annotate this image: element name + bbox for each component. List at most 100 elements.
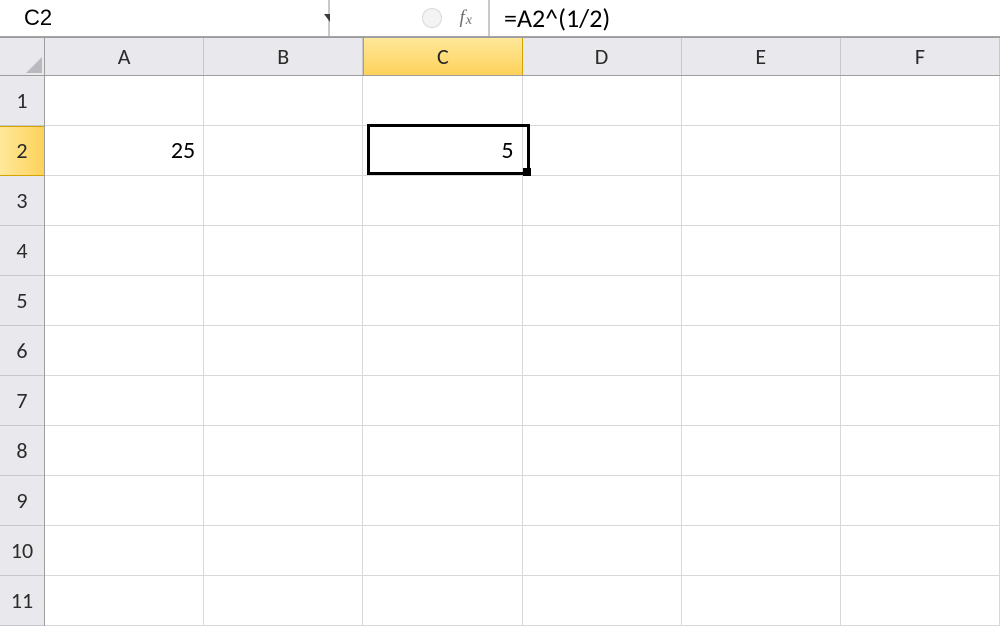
col-header-C[interactable]: C [363, 38, 522, 75]
cell-E4[interactable] [682, 226, 841, 275]
row-header-11[interactable]: 11 [0, 576, 44, 626]
row [45, 576, 1000, 626]
row-headers: 1234567891011 [0, 76, 45, 626]
cell-D7[interactable] [523, 376, 682, 425]
cell-E6[interactable] [682, 326, 841, 375]
cell-F9[interactable] [841, 476, 1000, 525]
cell-C9[interactable] [363, 476, 522, 525]
cell-C11[interactable] [363, 576, 522, 625]
row [45, 176, 1000, 226]
cell-A1[interactable] [45, 76, 204, 125]
row-header-6[interactable]: 6 [0, 326, 44, 376]
row [45, 426, 1000, 476]
col-header-D[interactable]: D [523, 38, 682, 75]
cell-D1[interactable] [523, 76, 682, 125]
row [45, 526, 1000, 576]
row-header-5[interactable]: 5 [0, 276, 44, 326]
cell-A8[interactable] [45, 426, 204, 475]
cell-A3[interactable] [45, 176, 204, 225]
worksheet: ABCDEF 1234567891011 255 [0, 37, 1000, 626]
formula-input[interactable]: =A2^(1/2) [490, 0, 1000, 36]
cell-A6[interactable] [45, 326, 204, 375]
cell-C10[interactable] [363, 526, 522, 575]
cell-F3[interactable] [841, 176, 1000, 225]
cell-E3[interactable] [682, 176, 841, 225]
col-header-E[interactable]: E [682, 38, 841, 75]
row [45, 476, 1000, 526]
row-header-9[interactable]: 9 [0, 476, 44, 526]
row [45, 76, 1000, 126]
row-header-7[interactable]: 7 [0, 376, 44, 426]
cell-C6[interactable] [363, 326, 522, 375]
cell-E10[interactable] [682, 526, 841, 575]
fx-button-area: fx [330, 0, 490, 36]
cell-F7[interactable] [841, 376, 1000, 425]
cell-E7[interactable] [682, 376, 841, 425]
cell-B9[interactable] [204, 476, 363, 525]
cell-B8[interactable] [204, 426, 363, 475]
select-all-corner[interactable] [0, 38, 45, 76]
cell-B7[interactable] [204, 376, 363, 425]
cell-B3[interactable] [204, 176, 363, 225]
cell-D8[interactable] [523, 426, 682, 475]
col-header-A[interactable]: A [45, 38, 204, 75]
cell-C8[interactable] [363, 426, 522, 475]
cell-D10[interactable] [523, 526, 682, 575]
cell-D3[interactable] [523, 176, 682, 225]
cells-container[interactable]: 25 5 [45, 76, 1000, 626]
cell-C5[interactable] [363, 276, 522, 325]
cell-C3[interactable] [363, 176, 522, 225]
cell-E11[interactable] [682, 576, 841, 625]
cell-E8[interactable] [682, 426, 841, 475]
col-header-F[interactable]: F [841, 38, 1000, 75]
cell-F1[interactable] [841, 76, 1000, 125]
cell-E9[interactable] [682, 476, 841, 525]
row-header-8[interactable]: 8 [0, 426, 44, 476]
cell-B11[interactable] [204, 576, 363, 625]
cell-B1[interactable] [204, 76, 363, 125]
cell-C4[interactable] [363, 226, 522, 275]
cell-F2[interactable] [841, 126, 1000, 175]
cell-F6[interactable] [841, 326, 1000, 375]
name-box-container [0, 0, 330, 36]
insert-function-button[interactable]: fx [460, 7, 473, 29]
cell-D5[interactable] [523, 276, 682, 325]
cell-F5[interactable] [841, 276, 1000, 325]
row-header-3[interactable]: 3 [0, 176, 44, 226]
cell-A11[interactable] [45, 576, 204, 625]
cell-A10[interactable] [45, 526, 204, 575]
cell-B5[interactable] [204, 276, 363, 325]
cell-B6[interactable] [204, 326, 363, 375]
cell-B2[interactable] [204, 126, 363, 175]
cell-F4[interactable] [841, 226, 1000, 275]
cell-D4[interactable] [523, 226, 682, 275]
row-header-10[interactable]: 10 [0, 526, 44, 576]
cell-E2[interactable] [682, 126, 841, 175]
cell-D2[interactable] [523, 126, 682, 175]
cell-E5[interactable] [682, 276, 841, 325]
cell-E1[interactable] [682, 76, 841, 125]
cell-A2[interactable]: 25 [45, 126, 204, 175]
cell-B10[interactable] [204, 526, 363, 575]
row-header-1[interactable]: 1 [0, 76, 44, 126]
cell-D9[interactable] [523, 476, 682, 525]
row-header-4[interactable]: 4 [0, 226, 44, 276]
cell-F10[interactable] [841, 526, 1000, 575]
col-header-B[interactable]: B [204, 38, 363, 75]
cell-C2[interactable]: 5 [363, 126, 522, 175]
cell-F11[interactable] [841, 576, 1000, 625]
cell-C1[interactable] [363, 76, 522, 125]
cell-A4[interactable] [45, 226, 204, 275]
cell-F8[interactable] [841, 426, 1000, 475]
cell-A7[interactable] [45, 376, 204, 425]
row [45, 226, 1000, 276]
cell-A9[interactable] [45, 476, 204, 525]
cell-D6[interactable] [523, 326, 682, 375]
cell-D11[interactable] [523, 576, 682, 625]
cell-B4[interactable] [204, 226, 363, 275]
name-box-input[interactable] [0, 0, 324, 36]
row-header-2[interactable]: 2 [0, 126, 44, 176]
row [45, 276, 1000, 326]
cell-C7[interactable] [363, 376, 522, 425]
cell-A5[interactable] [45, 276, 204, 325]
